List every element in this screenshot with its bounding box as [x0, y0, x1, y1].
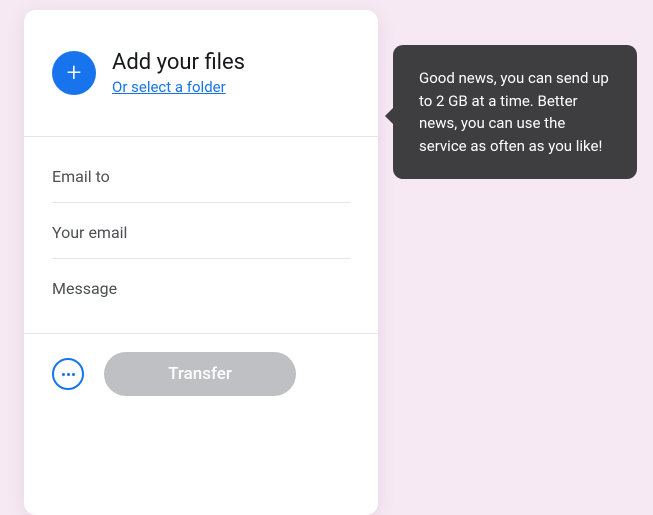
select-folder-link[interactable]: Or select a folder [112, 78, 245, 96]
more-options-button[interactable] [52, 358, 84, 390]
plus-icon: + [67, 58, 82, 88]
add-files-button[interactable]: + [52, 51, 96, 95]
upload-zone[interactable]: + Add your files Or select a folder [24, 10, 378, 136]
ellipsis-icon [62, 373, 75, 376]
message-field[interactable] [52, 259, 350, 327]
transfer-card: + Add your files Or select a folder Tran… [24, 10, 378, 515]
transfer-button[interactable]: Transfer [104, 352, 296, 396]
your-email-field[interactable] [52, 203, 350, 259]
email-to-field[interactable] [52, 147, 350, 203]
info-tooltip: Good news, you can send up to 2 GB at a … [393, 45, 637, 179]
fields-section [24, 137, 378, 331]
card-footer: Transfer [24, 333, 378, 416]
upload-text: Add your files Or select a folder [112, 50, 245, 96]
upload-title: Add your files [112, 50, 245, 76]
tooltip-text: Good news, you can send up to 2 GB at a … [419, 69, 609, 155]
